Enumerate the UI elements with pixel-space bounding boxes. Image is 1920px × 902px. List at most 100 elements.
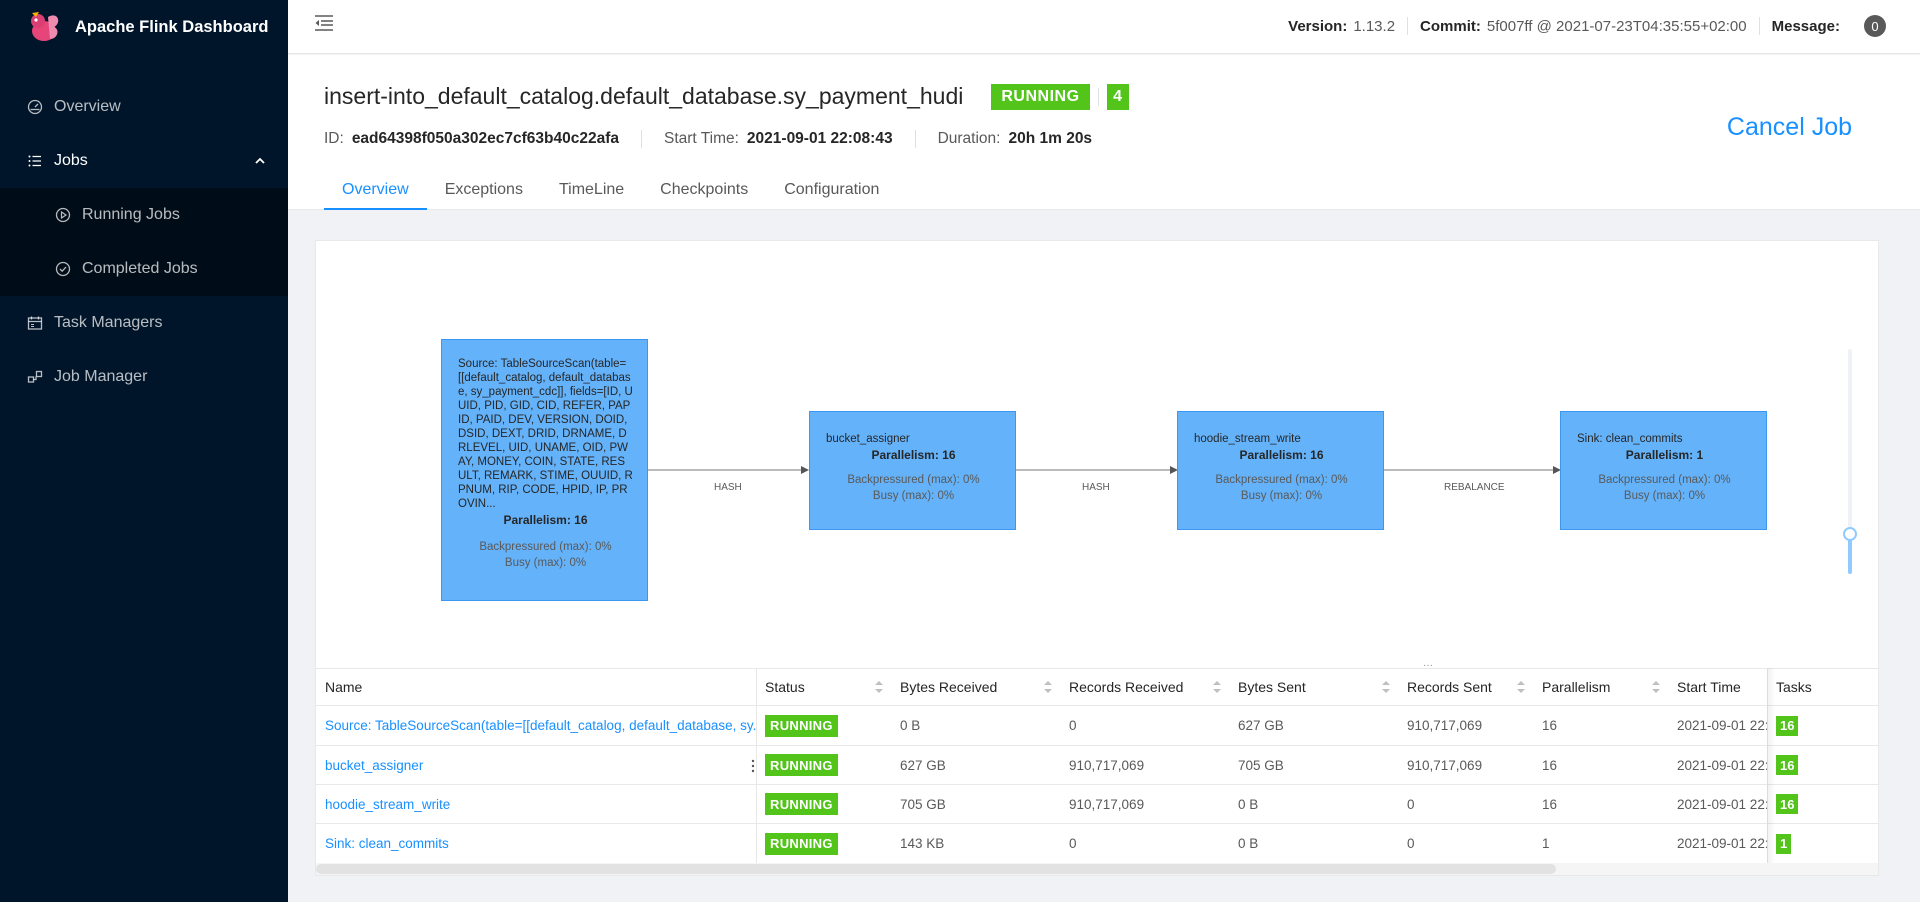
bytes-received-cell: 0 B xyxy=(900,718,921,733)
sidebar-item-running-jobs[interactable]: Running Jobs xyxy=(0,188,288,242)
tasks-badge[interactable]: 16 xyxy=(1776,755,1799,775)
status-cell: RUNNING xyxy=(756,706,891,745)
sort-icon[interactable] xyxy=(1382,680,1390,694)
node-parallelism: Parallelism: 16 xyxy=(503,513,588,527)
sort-icon[interactable] xyxy=(1517,680,1525,694)
sort-icon[interactable] xyxy=(1652,680,1660,694)
node-busy: Busy (max): 0% xyxy=(872,490,955,502)
edge-label-hash: HASH xyxy=(1082,482,1110,493)
duration-value: 20h 1m 20s xyxy=(1008,130,1093,147)
table-row[interactable]: Sink: clean_commits RUNNING 143 KB 0 0 B… xyxy=(316,824,1878,863)
graph-node-sink-clean-commits[interactable]: Sink: clean_commits Parallelism: 1 Backp… xyxy=(1560,411,1767,530)
vertex-name-link[interactable]: bucket_assigner xyxy=(316,746,756,784)
bytes-sent-cell: 0 B xyxy=(1238,796,1259,812)
cancel-job-button[interactable]: Cancel Job xyxy=(1727,113,1852,142)
sidebar-item-label: Completed Jobs xyxy=(82,260,198,277)
schedule-icon xyxy=(26,314,44,332)
node-backpressured: Backpressured (max): 0% xyxy=(847,474,980,486)
message-count-badge[interactable]: 0 xyxy=(1864,15,1886,37)
node-title: Source: TableSourceScan(table=[[default_… xyxy=(458,358,633,510)
version-label: Version: xyxy=(1288,17,1348,35)
tasks-cell: 1 xyxy=(1767,824,1878,863)
sidebar-item-completed-jobs[interactable]: Completed Jobs xyxy=(0,242,288,296)
scrollbar-thumb[interactable] xyxy=(316,864,1556,874)
bytes-received-cell: 627 GB xyxy=(900,757,946,773)
start-time-value: 2021-09-01 22:08:43 xyxy=(746,130,893,147)
sidebar-item-label: Jobs xyxy=(54,152,88,169)
job-tabs: Overview Exceptions TimeLine Checkpoints… xyxy=(324,175,897,210)
sidebar-item-label: Task Managers xyxy=(54,314,163,331)
sidebar-item-label: Running Jobs xyxy=(82,206,180,223)
sidebar-item-task-managers[interactable]: Task Managers xyxy=(0,296,288,350)
graph-node-source[interactable]: Source: TableSourceScan(table=[[default_… xyxy=(441,339,648,601)
tasks-badge[interactable]: 16 xyxy=(1776,794,1799,814)
sidebar-item-job-manager[interactable]: Job Manager xyxy=(0,350,288,404)
column-header-start-time[interactable]: Start Time xyxy=(1668,669,1768,705)
job-id-value: ead64398f050a302ec7cf63b40c22afa xyxy=(351,130,619,147)
column-header-label: Records Received xyxy=(1069,679,1184,695)
column-header-label: Bytes Received xyxy=(900,679,998,695)
bytes-sent-cell: 705 GB xyxy=(1238,757,1284,773)
job-id-label: ID: xyxy=(324,130,344,147)
menu-fold-icon[interactable] xyxy=(314,14,334,32)
node-parallelism: Parallelism: 1 xyxy=(1625,448,1704,462)
column-header-records-received[interactable]: Records Received xyxy=(1060,669,1229,705)
sort-icon[interactable] xyxy=(1044,680,1052,694)
table-row[interactable]: bucket_assigner RUNNING 627 GB 910,717,0… xyxy=(316,746,1878,785)
header-info: Version: 1.13.2 Commit: 5f007ff @ 2021-0… xyxy=(1288,0,1886,52)
job-title-row: insert-into_default_catalog.default_data… xyxy=(324,83,1129,110)
parallelism-cell: 1 xyxy=(1542,836,1550,851)
start-time-label: Start Time: xyxy=(663,130,739,147)
commit-value: 5f007ff @ 2021-07-23T04:35:55+02:00 xyxy=(1486,17,1747,35)
job-overview-card: HASH HASH REBALANCE Source: TableSourceS… xyxy=(315,240,1879,876)
records-received-cell: 0 xyxy=(1069,836,1077,851)
job-graph[interactable]: HASH HASH REBALANCE Source: TableSourceS… xyxy=(316,241,1880,668)
node-title: Sink: clean_commits xyxy=(1577,433,1683,445)
tab-timeline[interactable]: TimeLine xyxy=(541,175,642,210)
start-time-cell: 2021-09-01 22: xyxy=(1677,757,1767,773)
sort-icon[interactable] xyxy=(1213,680,1221,694)
tab-overview[interactable]: Overview xyxy=(324,175,427,210)
records-sent-cell: 0 xyxy=(1407,796,1415,812)
message-label[interactable]: Message: xyxy=(1772,18,1840,35)
brand[interactable]: Apache Flink Dashboard xyxy=(0,0,288,54)
version-value: 1.13.2 xyxy=(1353,17,1396,35)
sidebar-item-jobs[interactable]: Jobs xyxy=(0,134,288,188)
table-row[interactable]: Source: TableSourceScan(table=[[default_… xyxy=(316,706,1878,746)
top-header: Version: 1.13.2 Commit: 5f007ff @ 2021-0… xyxy=(288,0,1920,54)
node-title: bucket_assigner xyxy=(826,433,910,445)
bytes-sent-cell: 627 GB xyxy=(1238,718,1284,733)
column-header-bytes-received[interactable]: Bytes Received xyxy=(891,669,1060,705)
column-header-status[interactable]: Status xyxy=(756,669,891,705)
job-meta-row: ID: ead64398f050a302ec7cf63b40c22afa Sta… xyxy=(324,130,1092,148)
status-badge: RUNNING xyxy=(765,714,838,737)
divider xyxy=(1097,87,1099,106)
column-header-tasks: Tasks xyxy=(1776,679,1812,695)
column-header-label: Status xyxy=(765,679,805,695)
records-received-cell: 910,717,069 xyxy=(1069,757,1145,773)
column-header-bytes-sent[interactable]: Bytes Sent xyxy=(1229,669,1398,705)
table-row[interactable]: hoodie_stream_write RUNNING 705 GB 910,7… xyxy=(316,785,1878,824)
tasks-badge[interactable]: 16 xyxy=(1776,715,1799,736)
app-title: Apache Flink Dashboard xyxy=(75,17,269,36)
sort-icon[interactable] xyxy=(875,680,883,694)
tasks-badge[interactable]: 1 xyxy=(1776,833,1792,854)
vertex-name-link[interactable]: hoodie_stream_write xyxy=(316,785,756,823)
graph-node-bucket-assigner[interactable]: bucket_assigner Parallelism: 16 Backpres… xyxy=(809,411,1016,530)
zoom-slider-handle[interactable] xyxy=(1843,527,1857,541)
tab-exceptions[interactable]: Exceptions xyxy=(427,175,541,210)
bytes-received-cell: 143 KB xyxy=(900,836,945,851)
column-header-label: Records Sent xyxy=(1407,679,1492,695)
records-received-cell: 910,717,069 xyxy=(1069,796,1145,812)
job-status-badge: RUNNING xyxy=(991,83,1090,110)
column-header-records-sent[interactable]: Records Sent xyxy=(1398,669,1533,705)
vertex-name-link[interactable]: Sink: clean_commits xyxy=(316,824,756,863)
graph-node-hoodie-stream-write[interactable]: hoodie_stream_write Parallelism: 16 Back… xyxy=(1177,411,1384,530)
tab-checkpoints[interactable]: Checkpoints xyxy=(642,175,766,210)
column-header-label: Parallelism xyxy=(1542,679,1611,695)
table-horizontal-scrollbar[interactable] xyxy=(316,863,1878,875)
sidebar-item-overview[interactable]: Overview xyxy=(0,80,288,134)
column-header-parallelism[interactable]: Parallelism xyxy=(1533,669,1668,705)
vertex-name-link[interactable]: Source: TableSourceScan(table=[[default_… xyxy=(316,706,756,745)
tab-configuration[interactable]: Configuration xyxy=(766,175,897,210)
